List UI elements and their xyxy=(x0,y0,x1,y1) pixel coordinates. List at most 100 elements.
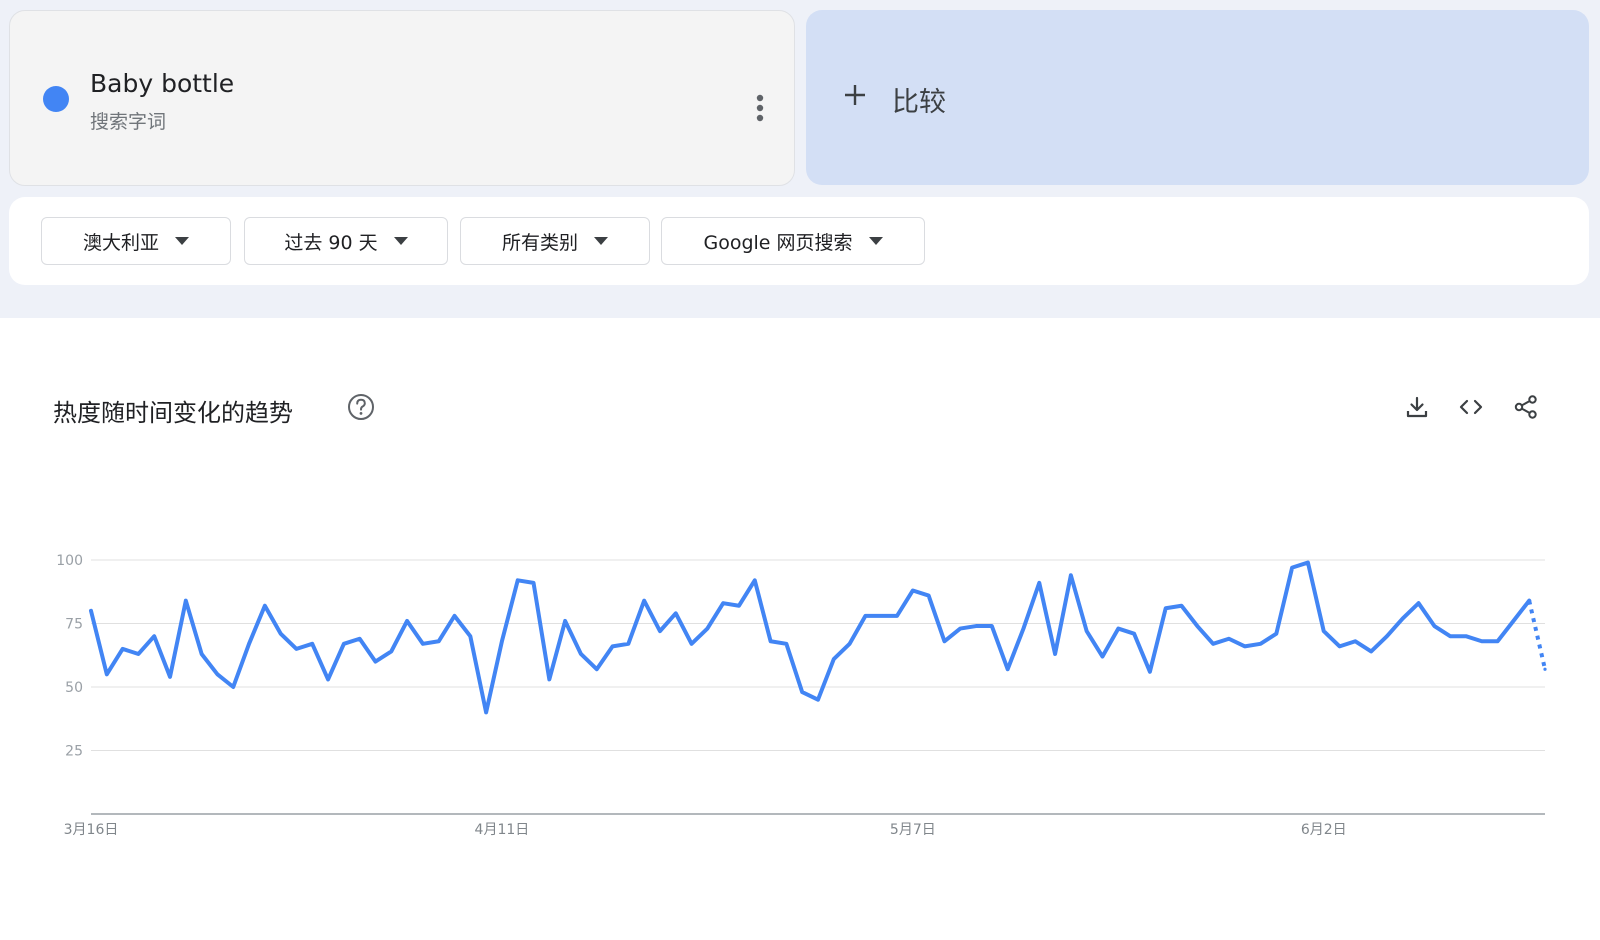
plus-icon xyxy=(845,85,865,105)
category-dropdown[interactable]: 所有类别 xyxy=(460,217,650,265)
data-point xyxy=(1369,649,1373,654)
data-point xyxy=(200,652,204,656)
data-point xyxy=(800,690,804,694)
data-point xyxy=(136,652,141,656)
data-point xyxy=(1511,619,1515,623)
time-range-dropdown[interactable]: 过去 90 天 xyxy=(244,217,448,265)
data-point xyxy=(753,578,757,582)
data-point xyxy=(610,644,615,648)
data-point xyxy=(247,642,251,646)
compare-button[interactable]: 比较 xyxy=(806,10,1589,185)
data-point xyxy=(848,642,852,646)
data-point xyxy=(184,599,188,603)
filter-bar: 澳大利亚 过去 90 天 所有类别 Google 网页搜索 xyxy=(9,197,1589,285)
data-point xyxy=(1385,634,1389,638)
data-point xyxy=(1527,599,1531,603)
y-tick-label: 75 xyxy=(65,617,83,633)
data-point xyxy=(895,614,899,618)
data-point xyxy=(1148,670,1152,674)
data-point xyxy=(563,619,567,623)
data-point xyxy=(531,581,536,585)
search-type-label: Google 网页搜索 xyxy=(703,231,853,254)
data-point xyxy=(721,601,725,605)
data-point xyxy=(437,639,441,643)
y-tick-label: 100 xyxy=(56,553,83,569)
interest-over-time-card: 热度随时间变化的趋势 25 50 75 100 3月16日 4月11日 5月7日 6月2日 xyxy=(9,353,1589,935)
data-point xyxy=(1401,616,1405,621)
data-point xyxy=(958,626,962,631)
data-point xyxy=(215,672,220,676)
category-label: 所有类别 xyxy=(501,231,578,254)
x-tick-label: 4月11日 xyxy=(475,822,530,838)
data-point xyxy=(168,675,172,679)
time-range-label: 过去 90 天 xyxy=(284,231,378,254)
data-point xyxy=(1353,639,1357,643)
data-point xyxy=(1464,634,1468,638)
data-point xyxy=(1480,639,1484,643)
data-point xyxy=(358,637,362,641)
data-point xyxy=(105,672,109,676)
data-point xyxy=(911,588,915,593)
series-color-dot xyxy=(43,86,69,112)
data-point xyxy=(1290,566,1294,570)
data-point xyxy=(674,611,678,615)
data-point xyxy=(152,634,156,638)
data-point xyxy=(1132,632,1136,636)
data-point xyxy=(737,604,741,608)
arrow-drop-down-icon xyxy=(175,237,189,245)
term-type: 搜索字词 xyxy=(90,111,167,133)
data-point xyxy=(832,657,836,661)
data-point xyxy=(452,614,457,618)
data-point xyxy=(389,649,393,654)
arrow-drop-down-icon xyxy=(594,237,608,245)
data-point xyxy=(816,698,820,702)
x-tick-label: 6月2日 xyxy=(1301,822,1347,838)
data-point xyxy=(1306,560,1310,565)
data-point xyxy=(1037,581,1041,585)
data-point xyxy=(373,660,378,664)
data-point xyxy=(1322,629,1326,633)
data-point xyxy=(405,619,409,623)
data-point xyxy=(1116,626,1120,631)
data-point xyxy=(1211,642,1215,646)
data-point xyxy=(1448,634,1452,638)
data-point xyxy=(1416,601,1421,605)
data-point xyxy=(863,614,868,618)
data-point xyxy=(421,642,425,646)
data-point xyxy=(595,667,599,671)
data-point xyxy=(231,685,235,689)
region-dropdown[interactable]: 澳大利亚 xyxy=(41,217,231,265)
data-point xyxy=(1432,624,1436,628)
more-vert-icon[interactable] xyxy=(750,83,770,133)
x-tick-label: 3月16日 xyxy=(64,822,119,838)
data-point xyxy=(579,652,583,656)
data-point xyxy=(500,639,504,643)
data-point xyxy=(263,604,267,608)
series-line xyxy=(89,560,1532,715)
data-point xyxy=(927,593,931,598)
arrow-drop-down-icon xyxy=(393,237,408,245)
search-term-card[interactable]: Baby bottle 搜索字词 xyxy=(9,10,795,186)
y-tick-label: 50 xyxy=(65,680,83,696)
data-point xyxy=(1085,629,1089,633)
data-point xyxy=(121,647,125,651)
data-point xyxy=(1495,639,1500,643)
series-line-partial xyxy=(1527,600,1547,670)
data-point xyxy=(310,642,314,646)
data-point xyxy=(279,632,283,636)
data-point xyxy=(342,642,346,646)
data-point xyxy=(689,642,694,646)
term-name: Baby bottle xyxy=(90,69,235,98)
data-point xyxy=(1021,626,1026,631)
x-tick-label: 5月7日 xyxy=(890,822,936,838)
data-point xyxy=(642,599,646,603)
data-point xyxy=(768,639,773,643)
search-type-dropdown[interactable]: Google 网页搜索 xyxy=(661,217,925,265)
data-point xyxy=(1543,667,1547,671)
trend-chart: 25 50 75 100 3月16日 4月11日 5月7日 6月2日 xyxy=(56,553,1547,838)
data-point xyxy=(294,647,299,651)
data-point xyxy=(705,626,709,631)
data-point xyxy=(1195,624,1199,628)
data-point xyxy=(1069,573,1073,577)
data-point xyxy=(990,624,994,628)
